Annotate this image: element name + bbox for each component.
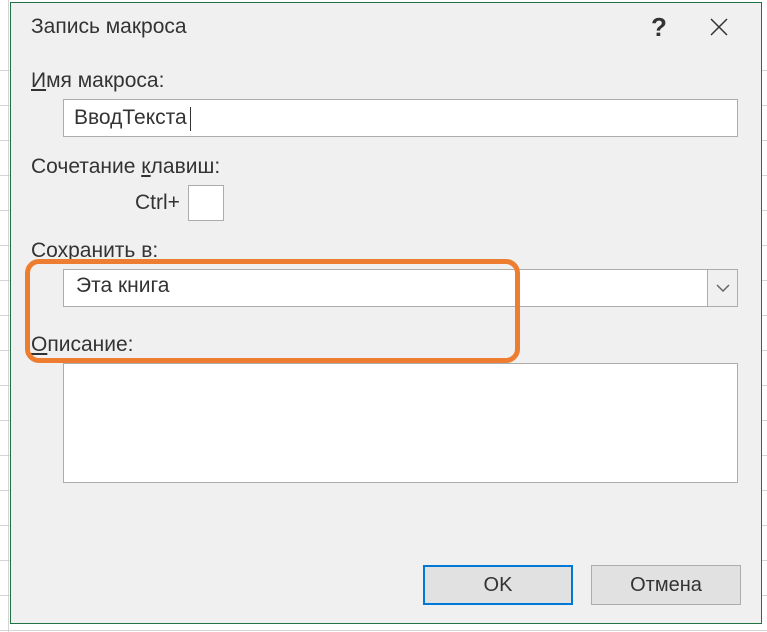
text-caret	[190, 107, 191, 131]
dialog-titlebar: Запись макроса ?	[11, 3, 761, 51]
record-macro-dialog: Запись макроса ? Имя макроса: Сочетание …	[10, 2, 762, 624]
macro-name-group: Имя макроса:	[31, 69, 741, 137]
dialog-buttons: OK Отмена	[423, 565, 741, 605]
close-button[interactable]	[689, 3, 749, 51]
cancel-button[interactable]: Отмена	[591, 565, 741, 605]
dialog-title: Запись макроса	[31, 15, 629, 39]
save-in-group: Сохранить в: Эта книга	[31, 239, 741, 307]
ctrl-plus-label: Ctrl+	[135, 191, 180, 215]
description-label: Описание:	[31, 333, 741, 357]
description-group: Описание:	[31, 333, 741, 488]
help-button[interactable]: ?	[629, 3, 689, 51]
description-input[interactable]	[63, 363, 738, 483]
shortcut-group: Сочетание клавиш: Ctrl+	[31, 155, 741, 221]
dialog-content: Имя макроса: Сочетание клавиш: Ctrl+ Сох…	[11, 51, 761, 488]
save-in-select[interactable]: Эта книга	[63, 269, 738, 307]
save-in-label: Сохранить в:	[31, 239, 741, 263]
close-icon	[709, 17, 729, 37]
ok-button[interactable]: OK	[423, 565, 573, 605]
shortcut-label: Сочетание клавиш:	[31, 155, 741, 179]
macro-name-label: Имя макроса:	[31, 69, 741, 93]
shortcut-key-input[interactable]	[188, 185, 224, 221]
macro-name-input[interactable]	[63, 99, 738, 137]
